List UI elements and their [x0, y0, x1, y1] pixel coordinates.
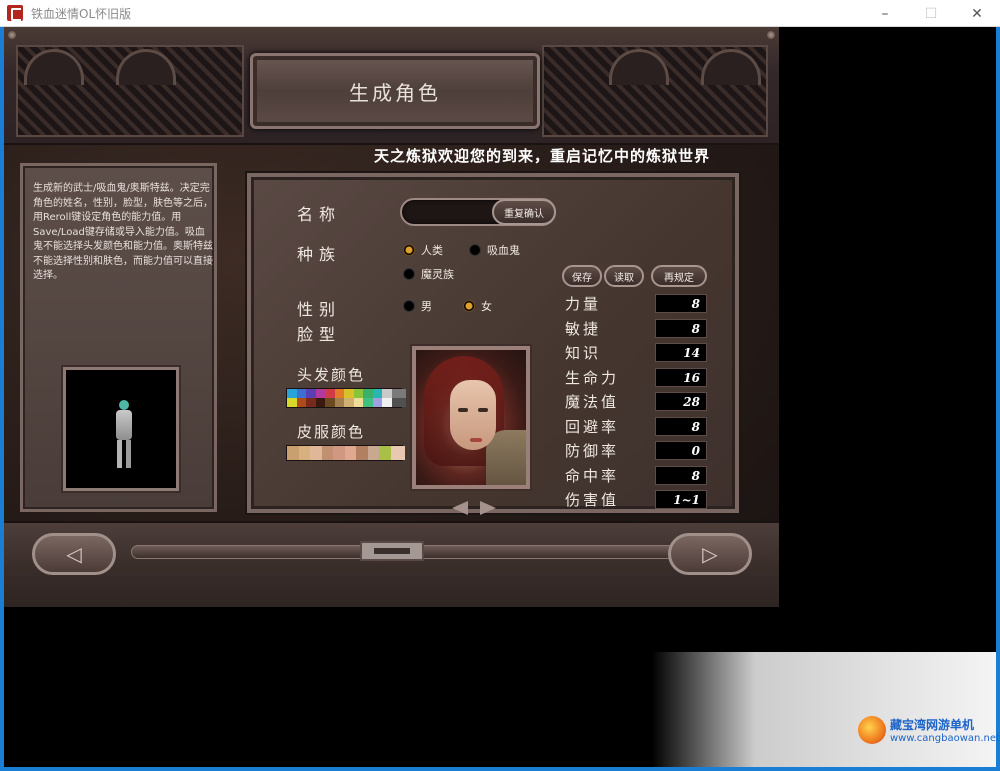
game-screen: 生成角色 天之炼狱欢迎您的到来，重启记忆中的炼狱世界 生成新的武士/吸血鬼/奥斯… — [4, 27, 779, 607]
radio-icon — [403, 300, 415, 312]
stat-value: 16 — [655, 367, 707, 387]
face-label: 脸型 — [297, 325, 342, 344]
watermark-logo-icon — [858, 716, 886, 744]
help-panel: 生成新的武士/吸血鬼/奥斯特兹。决定完角色的姓名，性别，脸型，肤色等之后，用Re… — [20, 163, 217, 512]
app-icon — [7, 5, 23, 21]
race-option-label: 吸血鬼 — [487, 244, 520, 257]
race-label: 种族 — [297, 245, 342, 264]
hair-color-swatch[interactable] — [391, 389, 406, 398]
character-preview — [63, 367, 179, 491]
top-frame: 生成角色 — [4, 27, 779, 145]
stat-label: 回避率 — [565, 417, 620, 436]
reroll-button[interactable]: 再规定 — [651, 265, 707, 287]
window-titlebar: 铁血迷情OL怀旧版 – ☐ ✕ — [0, 0, 1000, 27]
stat-value: 8 — [655, 318, 707, 338]
stat-label: 防御率 — [565, 442, 620, 460]
stat-label: 知识 — [565, 344, 602, 362]
help-text: 生成新的武士/吸血鬼/奥斯特兹。决定完角色的姓名，性别，脸型，肤色等之后，用Re… — [33, 183, 213, 281]
next-arrow-icon: ▷ — [702, 542, 718, 566]
creation-panel: 名称 重复确认 种族 人类 吸血鬼 魔灵族 性别 男 女 脸型 头发颜色 皮服颜… — [247, 173, 739, 515]
stat-value: 8 — [655, 465, 707, 485]
stat-label: 魔法值 — [565, 393, 620, 411]
radio-icon — [403, 268, 415, 280]
race-option-ousters[interactable]: 魔灵族 — [403, 266, 454, 282]
stat-value: 8 — [655, 416, 707, 436]
race-option-human[interactable]: 人类 — [403, 242, 443, 258]
close-button[interactable]: ✕ — [954, 0, 1000, 27]
hair-color-palette[interactable] — [286, 388, 406, 408]
gender-option-male[interactable]: 男 — [403, 298, 432, 314]
character-sprite — [113, 400, 135, 470]
watermark-name: 藏宝湾网游单机 — [890, 718, 975, 732]
stat-value: 1~1 — [655, 490, 707, 509]
rivet — [8, 31, 16, 39]
race-option-label: 人类 — [421, 244, 443, 257]
next-face-arrow-icon[interactable] — [480, 501, 496, 515]
watermark-haze — [652, 652, 996, 767]
screen-title: 生成角色 — [349, 80, 441, 105]
hair-color-label: 头发颜色 — [297, 366, 366, 384]
prev-face-arrow-icon[interactable] — [452, 501, 468, 515]
rivet — [767, 31, 775, 39]
radio-icon — [469, 244, 481, 256]
face-portrait — [412, 346, 530, 489]
welcome-banner: 天之炼狱欢迎您的到来，重启记忆中的炼狱世界 — [374, 147, 711, 165]
stat-label: 伤害值 — [565, 491, 620, 509]
bottom-frame: ◁ ▷ — [4, 521, 779, 607]
minimize-button[interactable]: – — [862, 0, 908, 27]
load-button[interactable]: 读取 — [604, 265, 644, 287]
window-border-right — [996, 27, 1000, 771]
back-button[interactable]: ◁ — [32, 533, 116, 575]
race-option-vampire[interactable]: 吸血鬼 — [469, 242, 520, 258]
window-border-bottom — [0, 767, 1000, 771]
maximize-button[interactable]: ☐ — [908, 0, 954, 27]
skin-color-swatch[interactable] — [390, 446, 405, 460]
stat-label: 命中率 — [565, 466, 620, 485]
save-button[interactable]: 保存 — [562, 265, 602, 287]
stat-value: 14 — [655, 343, 707, 362]
next-button[interactable]: ▷ — [668, 533, 752, 575]
stat-label: 敏捷 — [565, 319, 602, 338]
hair-color-swatch[interactable] — [391, 398, 406, 407]
race-option-label: 魔灵族 — [421, 268, 454, 281]
title-plaque: 生成角色 — [250, 53, 540, 129]
radio-selected-icon — [403, 244, 415, 256]
stat-value: 8 — [655, 294, 707, 313]
stat-label: 力量 — [565, 295, 602, 313]
watermark: 藏宝湾网游单机 www.cangbaowan.net — [858, 716, 1000, 744]
confirm-name-button[interactable]: 重复确认 — [492, 199, 556, 225]
radio-selected-icon — [463, 300, 475, 312]
stat-value: 0 — [655, 441, 707, 460]
stat-label: 生命力 — [565, 368, 620, 387]
gender-option-female[interactable]: 女 — [463, 298, 492, 314]
skin-color-label: 皮服颜色 — [297, 423, 366, 441]
rail-center-plate — [360, 541, 424, 561]
stat-value: 28 — [655, 392, 707, 411]
window-title: 铁血迷情OL怀旧版 — [31, 6, 132, 21]
back-arrow-icon: ◁ — [66, 542, 82, 566]
name-label: 名称 — [297, 205, 342, 224]
skin-color-palette[interactable] — [286, 445, 405, 461]
gender-option-label: 男 — [421, 300, 432, 313]
gender-label: 性别 — [297, 300, 342, 319]
watermark-url: www.cangbaowan.net — [890, 733, 1000, 744]
gender-option-label: 女 — [481, 300, 492, 313]
